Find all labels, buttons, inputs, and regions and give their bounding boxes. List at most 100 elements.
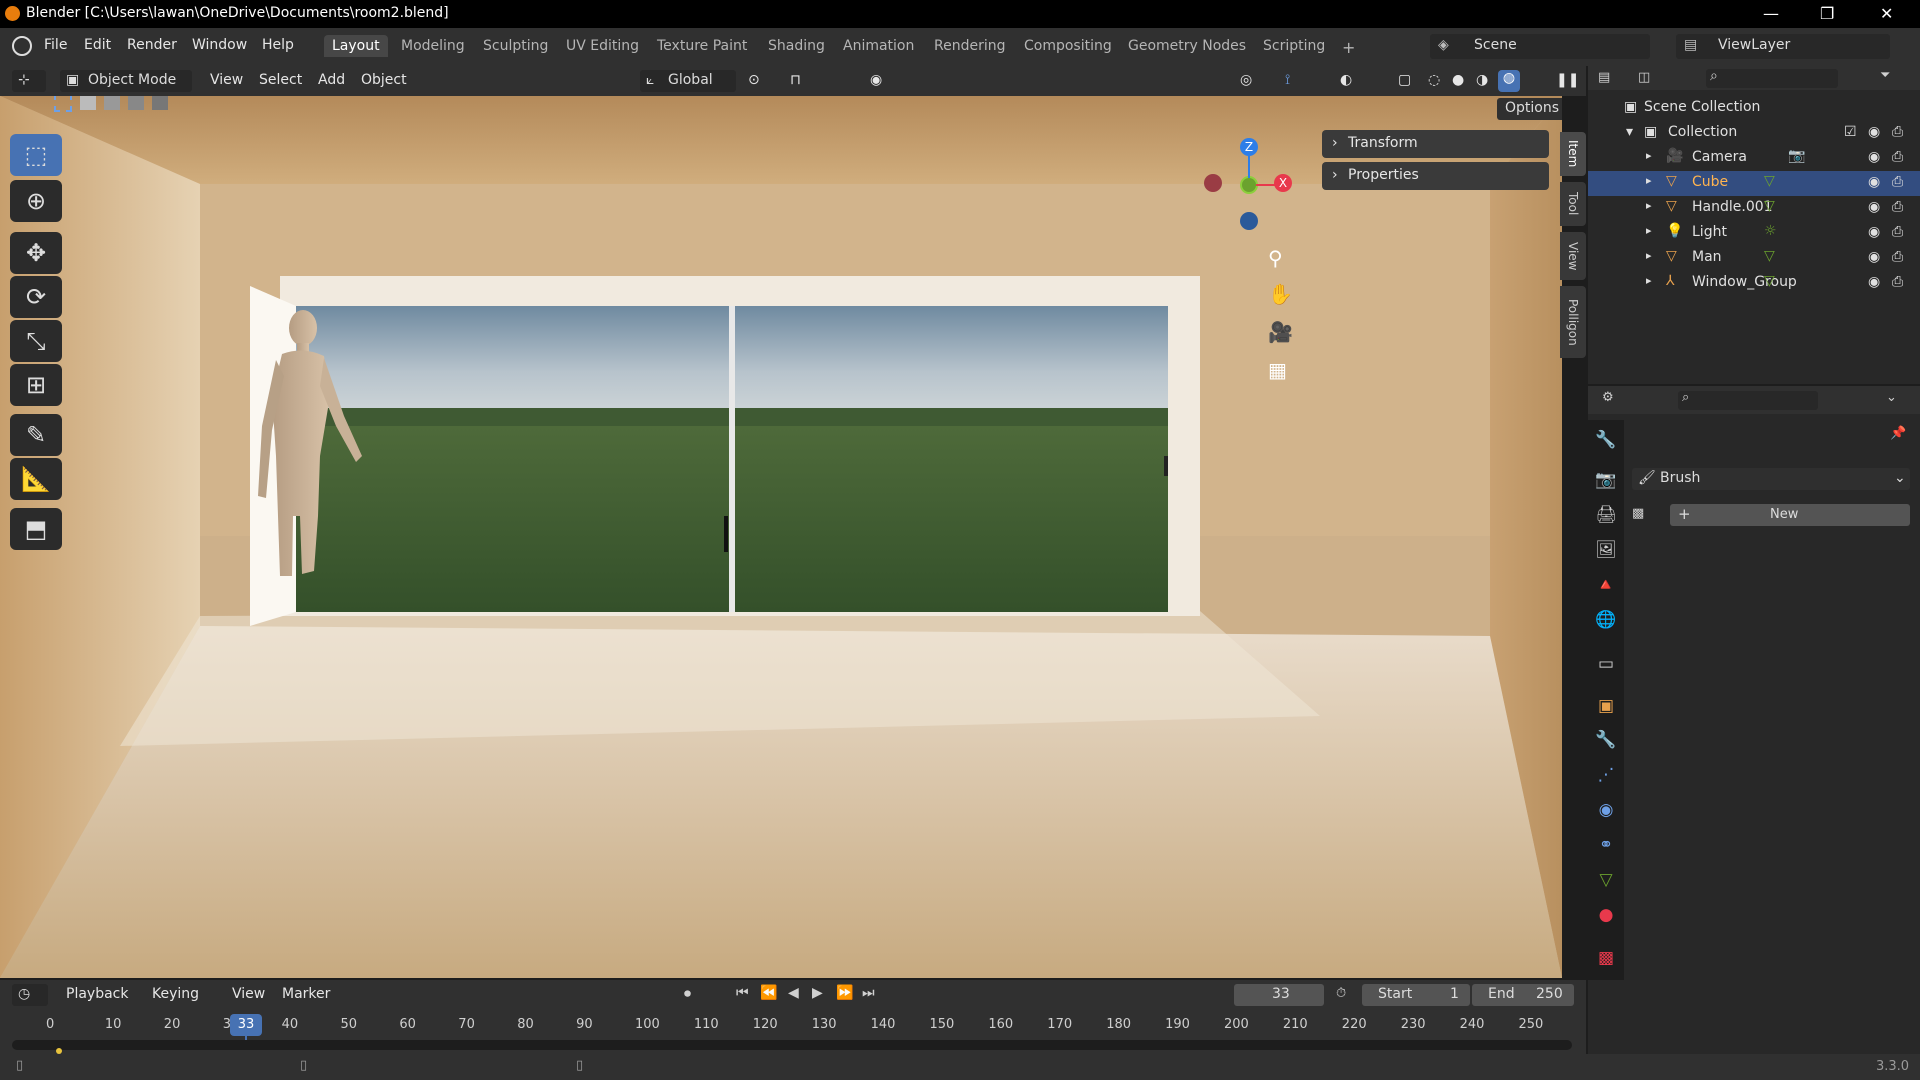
render-camera-icon[interactable]: ⎙	[1892, 199, 1903, 215]
camera-data-icon[interactable]: 📷	[1788, 148, 1805, 164]
menu-keying[interactable]: Keying	[152, 986, 199, 1002]
outliner-item[interactable]: ▸ ▽ Cube ▽ ◉ ⎙	[1588, 171, 1920, 196]
editor-type-button[interactable]: ⊹	[12, 70, 46, 92]
select-intersect-icon[interactable]	[152, 96, 168, 110]
playhead[interactable]: 33	[230, 1014, 262, 1036]
shading-rendered-icon[interactable]: ◍	[1498, 70, 1520, 92]
menu-marker[interactable]: Marker	[282, 986, 330, 1002]
scene-selector[interactable]: ◈ Scene	[1430, 34, 1650, 59]
menu-edit[interactable]: Edit	[84, 37, 111, 53]
scale-tool-icon[interactable]: ⤡	[10, 320, 62, 362]
menu-help[interactable]: Help	[262, 37, 294, 53]
navigation-gizmo[interactable]: Z X	[1196, 136, 1306, 236]
tool-props-icon[interactable]: 🔧	[1594, 430, 1618, 454]
menu-view-timeline[interactable]: View	[232, 986, 265, 1002]
viewport-3d[interactable]: Options › Transform › Properties Z X ⚲ ✋…	[0, 96, 1562, 978]
expand-arrow-icon[interactable]: ▸	[1646, 249, 1652, 262]
jump-start-icon[interactable]: ⏮	[736, 985, 749, 1001]
gizmo-neg-z-axis[interactable]	[1240, 212, 1258, 230]
tab-modeling[interactable]: Modeling	[393, 35, 473, 57]
tab-rendering[interactable]: Rendering	[926, 35, 1014, 57]
start-frame-field[interactable]: Start 1	[1362, 984, 1470, 1006]
chevron-down-icon[interactable]: ⌄	[1886, 390, 1897, 405]
render-camera-icon[interactable]: ⎙	[1892, 249, 1903, 265]
constraint-props-icon[interactable]: ⚭	[1594, 835, 1618, 859]
blender-menu-icon[interactable]	[12, 36, 32, 56]
collapse-arrow-icon[interactable]: ▾	[1626, 124, 1633, 140]
collection-props-icon[interactable]: ▭	[1594, 654, 1618, 678]
play-icon[interactable]: ▶	[812, 985, 823, 1001]
shading-wireframe-icon[interactable]: ◌	[1428, 72, 1440, 88]
menu-render[interactable]: Render	[127, 37, 177, 53]
menu-file[interactable]: File	[44, 37, 67, 53]
jump-end-icon[interactable]: ⏭	[862, 985, 875, 1001]
outliner-item[interactable]: ▸ 🎥 Camera 📷 ◉ ⎙	[1588, 146, 1920, 171]
tab-animation[interactable]: Animation	[835, 35, 922, 57]
visibility-icon[interactable]: ◎	[1240, 72, 1252, 88]
gizmo-x-axis[interactable]: X	[1274, 174, 1292, 192]
jump-keyframe-forward-icon[interactable]: ⏩	[836, 985, 853, 1001]
rotate-tool-icon[interactable]: ⟳	[10, 276, 62, 318]
expand-arrow-icon[interactable]: ▸	[1646, 274, 1652, 287]
texture-props-icon[interactable]: ▩	[1594, 948, 1618, 972]
mesh-data-icon[interactable]: ▽	[1764, 173, 1775, 189]
snap-icon[interactable]: ⊓	[790, 72, 801, 88]
world-props-icon[interactable]: 🌐	[1594, 610, 1618, 634]
xray-icon[interactable]: ▢	[1398, 72, 1411, 88]
menu-select[interactable]: Select	[259, 72, 302, 88]
menu-add[interactable]: Add	[318, 72, 345, 88]
mesh-data-icon[interactable]: ▽	[1764, 198, 1775, 214]
render-camera-icon[interactable]: ⎙	[1892, 224, 1903, 240]
overlay-toggle-icon[interactable]: ◐	[1340, 72, 1352, 88]
gizmo-toggle-icon[interactable]: ⟟	[1285, 72, 1290, 88]
select-subtract-icon[interactable]	[104, 96, 120, 110]
scene-props-icon[interactable]: 🔺	[1594, 575, 1618, 599]
expand-arrow-icon[interactable]: ▸	[1646, 149, 1652, 162]
eye-icon[interactable]: ◉	[1868, 224, 1880, 240]
brush-selector[interactable]: 🖌 Brush ⌄	[1632, 468, 1910, 490]
output-props-icon[interactable]: 🖨	[1594, 505, 1618, 529]
display-mode-icon[interactable]: ▤	[1598, 70, 1610, 85]
view-layer-props-icon[interactable]: 🖼	[1594, 540, 1618, 564]
preview-range-icon[interactable]: ⏱	[1336, 986, 1346, 1001]
render-camera-icon[interactable]: ⎙	[1892, 174, 1903, 190]
outliner-collection[interactable]: ▾ ▣ Collection ☑ ◉ ⎙	[1588, 121, 1920, 146]
outliner-item[interactable]: ▸ 💡 Light ☼ ◉ ⎙	[1588, 221, 1920, 246]
measure-tool-icon[interactable]: 📐	[10, 458, 62, 500]
tab-scripting[interactable]: Scripting	[1255, 35, 1333, 57]
tab-view[interactable]: View	[1560, 232, 1586, 280]
texture-type-selector[interactable]: ▩	[1632, 504, 1664, 526]
expand-arrow-icon[interactable]: ▸	[1646, 224, 1652, 237]
properties-type-icon[interactable]: ⚙	[1602, 390, 1614, 405]
shading-material-icon[interactable]: ◑	[1476, 72, 1488, 88]
tab-texture-paint[interactable]: Texture Paint	[649, 35, 755, 57]
tab-sculpting[interactable]: Sculpting	[475, 35, 556, 57]
add-cube-tool-icon[interactable]: ⬒	[10, 508, 62, 550]
transform-tool-icon[interactable]: ⊞	[10, 364, 62, 406]
data-props-icon[interactable]: ▽	[1594, 870, 1618, 894]
tab-tool[interactable]: Tool	[1560, 182, 1586, 226]
menu-playback[interactable]: Playback	[66, 986, 128, 1002]
minimize-button[interactable]: —	[1763, 4, 1779, 23]
camera-view-icon[interactable]: 🎥	[1268, 320, 1293, 344]
pin-icon[interactable]: 📌	[1890, 426, 1906, 441]
jump-keyframe-back-icon[interactable]: ⏪	[760, 985, 777, 1001]
expand-arrow-icon[interactable]: ▸	[1646, 199, 1652, 212]
outliner-item[interactable]: ▸ ⅄ Window_Group ▽ ◉ ⎙	[1588, 271, 1920, 296]
new-texture-button[interactable]: + New	[1670, 504, 1910, 526]
eye-icon[interactable]: ◉	[1868, 124, 1880, 140]
select-invert-icon[interactable]	[128, 96, 144, 110]
expand-arrow-icon[interactable]: ▸	[1646, 174, 1652, 187]
render-props-icon[interactable]: 📷	[1594, 470, 1618, 494]
panel-transform[interactable]: › Transform	[1322, 130, 1549, 158]
outliner-scene-collection[interactable]: ▣ Scene Collection	[1588, 96, 1920, 121]
select-extend-icon[interactable]	[80, 96, 96, 110]
maximize-button[interactable]: ❐	[1820, 4, 1834, 23]
particles-props-icon[interactable]: ⋰	[1594, 765, 1618, 789]
view-layer-selector[interactable]: ▤ ViewLayer	[1676, 34, 1890, 59]
modifier-props-icon[interactable]: 🔧	[1594, 730, 1618, 754]
filter-icon[interactable]: ⏷	[1880, 68, 1890, 83]
physics-props-icon[interactable]: ◉	[1594, 800, 1618, 824]
timeline-scrollbar[interactable]	[12, 1040, 1572, 1050]
properties-search-input[interactable]	[1678, 391, 1818, 410]
